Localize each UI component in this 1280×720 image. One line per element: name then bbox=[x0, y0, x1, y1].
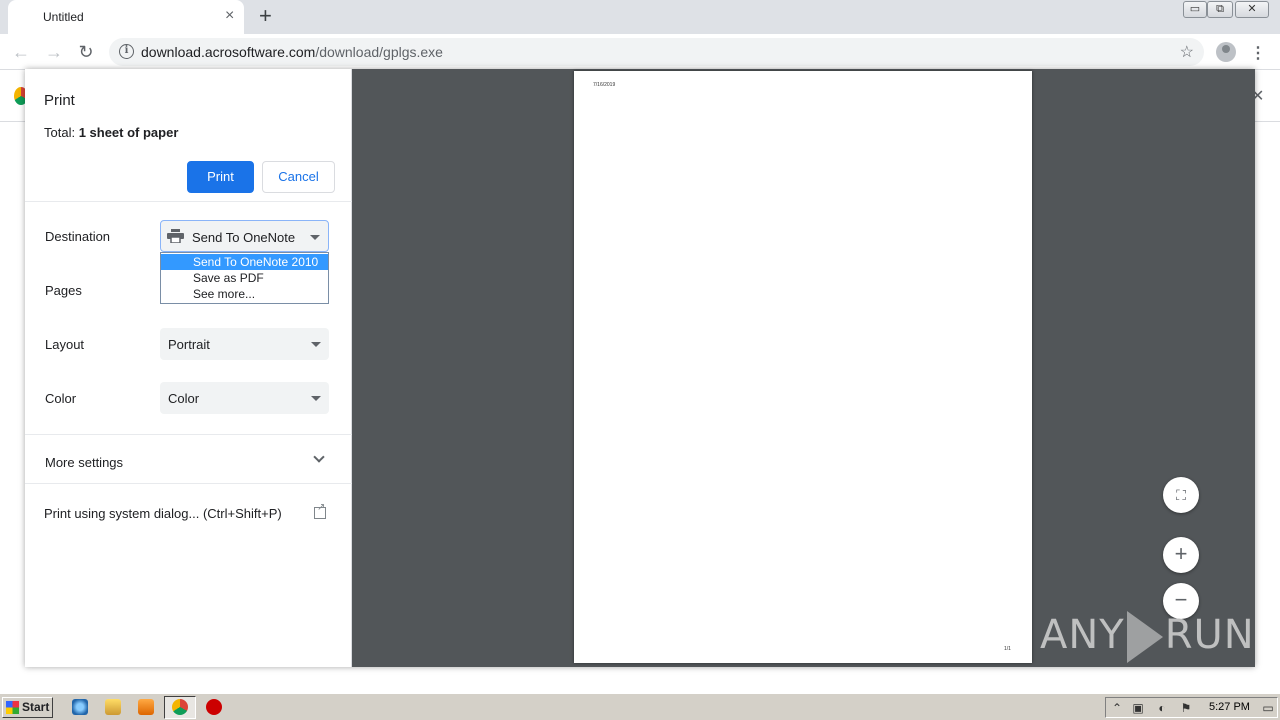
sheet-total: Total: 1 sheet of paper bbox=[44, 125, 178, 140]
destination-label: Destination bbox=[45, 229, 111, 244]
color-value: Color bbox=[168, 391, 200, 406]
chevron-down-icon bbox=[310, 235, 320, 240]
watermark-right: RUN bbox=[1164, 612, 1255, 658]
show-desktop-icon[interactable]: ▭ bbox=[1261, 701, 1275, 715]
explorer-icon[interactable] bbox=[105, 699, 121, 715]
system-tray: ⌃ ▣ ◐ ⚑ 5:27 PM ▭ bbox=[1105, 697, 1278, 718]
taskbar: Start ⌃ ▣ ◐ ⚑ 5:27 PM ▭ bbox=[0, 693, 1280, 720]
anyrun-watermark: ANY RUN bbox=[1040, 611, 1255, 663]
destination-option[interactable]: See more... bbox=[161, 286, 328, 302]
divider bbox=[25, 434, 352, 435]
volume-icon[interactable]: ◐ bbox=[1155, 701, 1169, 715]
media-player-icon[interactable] bbox=[138, 699, 154, 715]
tab-untitled[interactable]: Untitled × bbox=[8, 0, 244, 34]
total-prefix: Total: bbox=[44, 125, 79, 140]
chevron-down-icon bbox=[313, 451, 325, 463]
forward-arrow-icon[interactable]: → bbox=[43, 41, 65, 63]
address-bar[interactable]: i download.acrosoftware.com/download/gpl… bbox=[109, 38, 1204, 66]
window-close-button[interactable]: ✕ bbox=[1235, 1, 1269, 18]
cancel-button[interactable]: Cancel bbox=[262, 161, 335, 193]
destination-option[interactable]: Save as PDF bbox=[161, 270, 328, 286]
action-center-flag-icon[interactable]: ⚑ bbox=[1179, 701, 1193, 715]
color-label: Color bbox=[45, 391, 77, 406]
fit-to-page-icon[interactable]: ⛶ bbox=[1163, 477, 1199, 513]
play-logo-icon bbox=[1126, 611, 1163, 663]
destination-option[interactable]: Send To OneNote 2010 bbox=[161, 254, 328, 270]
system-dialog-link[interactable]: Print using system dialog... (Ctrl+Shift… bbox=[44, 506, 282, 521]
divider bbox=[25, 201, 352, 202]
browser-toolbar: ← → ↻ i download.acrosoftware.com/downlo… bbox=[0, 34, 1280, 70]
window-maximize-button[interactable]: ⧉ bbox=[1207, 1, 1233, 18]
alert-icon[interactable] bbox=[206, 699, 222, 715]
info-icon[interactable]: i bbox=[119, 44, 134, 59]
tab-title: Untitled bbox=[43, 10, 84, 24]
open-external-icon[interactable] bbox=[314, 502, 326, 519]
sheet-date: 7/16/2019 bbox=[593, 82, 616, 88]
layout-select[interactable]: Portrait bbox=[160, 328, 329, 360]
pages-label: Pages bbox=[45, 283, 82, 298]
clock[interactable]: 5:27 PM bbox=[1209, 701, 1250, 713]
tab-strip: Untitled × + ▭ ⧉ ✕ bbox=[0, 0, 1280, 34]
url-host: download.acrosoftware.com bbox=[141, 44, 316, 60]
tab-close-icon[interactable]: × bbox=[225, 8, 234, 24]
url-path: /download/gplgs.exe bbox=[315, 44, 443, 60]
print-settings-panel: Print Total: 1 sheet of paper Print Canc… bbox=[25, 69, 352, 667]
chevron-down-icon bbox=[311, 396, 321, 401]
windows-logo-icon bbox=[6, 701, 19, 714]
start-label: Start bbox=[22, 700, 50, 714]
window-minimize-button[interactable]: ▭ bbox=[1183, 1, 1207, 18]
layout-value: Portrait bbox=[168, 337, 210, 352]
chrome-icon[interactable] bbox=[172, 699, 188, 715]
print-dialog: Print Total: 1 sheet of paper Print Canc… bbox=[25, 69, 1255, 667]
preview-sheet: 7/16/2019 1/1 bbox=[574, 71, 1032, 663]
destination-value: Send To OneNote 2010 bbox=[192, 230, 298, 245]
layout-label: Layout bbox=[45, 337, 85, 352]
print-title: Print bbox=[44, 92, 75, 109]
sheet-page-number: 1/1 bbox=[1004, 646, 1011, 652]
new-tab-icon[interactable]: + bbox=[259, 5, 272, 27]
bookmark-star-icon[interactable]: ☆ bbox=[1180, 42, 1194, 62]
watermark-left: ANY bbox=[1040, 612, 1125, 658]
tray-expand-icon[interactable]: ⌃ bbox=[1110, 701, 1124, 715]
zoom-in-icon[interactable]: + bbox=[1163, 537, 1199, 573]
url-text: download.acrosoftware.com/download/gplgs… bbox=[141, 44, 443, 60]
destination-select[interactable]: Send To OneNote 2010 bbox=[160, 220, 329, 252]
reload-icon[interactable]: ↻ bbox=[75, 41, 97, 63]
ie-icon[interactable] bbox=[72, 699, 88, 715]
color-select[interactable]: Color bbox=[160, 382, 329, 414]
browser-menu-icon[interactable]: ⋮ bbox=[1250, 43, 1266, 63]
start-button[interactable]: Start bbox=[2, 697, 53, 718]
printer-icon bbox=[167, 229, 184, 243]
chevron-down-icon bbox=[311, 342, 321, 347]
total-count: 1 sheet of paper bbox=[78, 125, 179, 140]
network-icon[interactable]: ▣ bbox=[1131, 701, 1145, 715]
destination-dropdown: Send To OneNote 2010 Save as PDF See mor… bbox=[160, 252, 329, 304]
more-settings-label: More settings bbox=[45, 455, 124, 470]
print-preview: 7/16/2019 1/1 ⛶ + − ANY RUN bbox=[352, 69, 1255, 667]
print-button[interactable]: Print bbox=[187, 161, 254, 193]
more-settings-toggle[interactable]: More settings bbox=[25, 443, 352, 483]
divider bbox=[25, 483, 352, 484]
profile-avatar-icon[interactable] bbox=[1216, 42, 1236, 62]
back-arrow-icon[interactable]: ← bbox=[10, 41, 32, 63]
